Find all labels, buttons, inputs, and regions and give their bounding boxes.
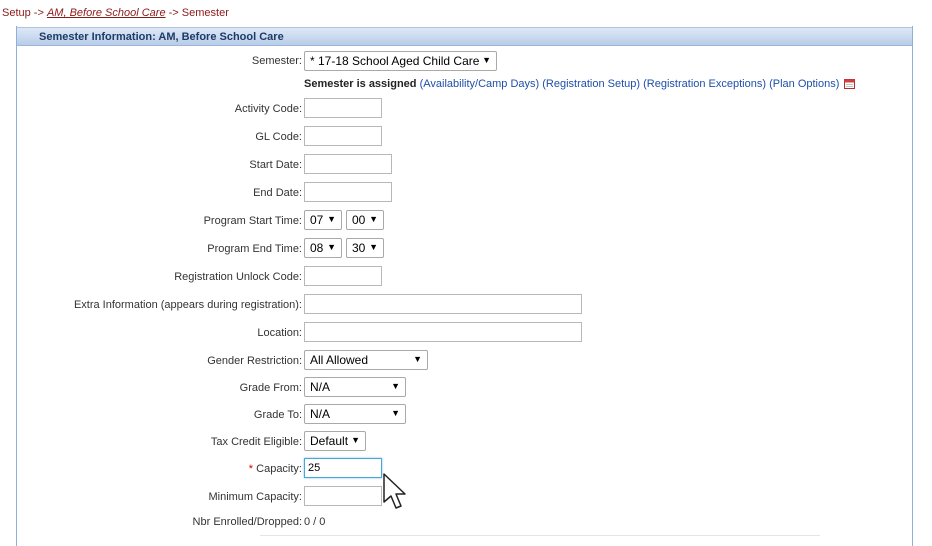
enrolled-label: Nbr Enrolled/Dropped: [192,516,302,528]
bottom-divider [260,535,820,536]
grade-from-value: N/A [310,380,331,394]
end-date-input[interactable] [304,182,392,202]
link-registration-exceptions[interactable]: (Registration Exceptions) [643,78,766,90]
assigned-status: Semester is assigned [304,78,417,90]
unlock-code-input[interactable] [304,266,382,286]
program-end-hour-value: 08 [310,241,324,255]
link-availability[interactable]: (Availability/Camp Days) [420,78,540,90]
chevron-down-icon: ▼ [351,435,360,445]
start-date-label: Start Date: [249,159,302,171]
semester-panel [16,26,913,546]
min-capacity-input[interactable] [304,486,382,506]
breadcrumb-link-program[interactable]: AM, Before School Care [47,7,166,19]
breadcrumb-suffix: -> Semester [168,7,229,19]
program-end-minute-value: 30 [352,241,366,255]
semester-assigned-line: Semester is assigned (Availability/Camp … [304,78,856,90]
program-start-label: Program Start Time: [203,215,302,227]
semester-label: Semester: [251,55,302,67]
extra-info-label: Extra Information (appears during regist… [73,299,302,311]
breadcrumb: Setup -> AM, Before School Care -> Semes… [2,7,229,19]
chevron-down-icon: ▼ [327,214,336,224]
location-input[interactable] [304,322,582,342]
enrolled-value: 0 / 0 [304,516,326,528]
breadcrumb-prefix: Setup -> [2,7,44,19]
chevron-down-icon: ▼ [369,214,378,224]
program-end-minute-select[interactable]: 30 ▼ [346,238,384,258]
link-registration-setup[interactable]: (Registration Setup) [542,78,640,90]
gl-code-input[interactable] [304,126,382,146]
grade-from-label: Grade From: [239,382,302,394]
gender-select[interactable]: All Allowed ▼ [304,350,428,370]
capacity-label-text: Capacity: [253,463,302,475]
capacity-label: * Capacity: [249,463,302,475]
program-start-minute-select[interactable]: 00 ▼ [346,210,384,230]
start-date-input[interactable] [304,154,392,174]
end-date-label: End Date: [253,187,302,199]
program-start-hour-value: 07 [310,213,324,227]
program-start-hour-select[interactable]: 07 ▼ [304,210,342,230]
tax-credit-select[interactable]: Default ▼ [304,431,366,451]
location-label: Location: [257,327,302,339]
gender-label: Gender Restriction: [207,355,302,367]
capacity-input[interactable] [304,458,382,478]
program-start-minute-value: 00 [352,213,366,227]
chevron-down-icon: ▼ [413,354,422,364]
tax-credit-label: Tax Credit Eligible: [210,436,302,448]
grade-to-value: N/A [310,407,331,421]
chevron-down-icon: ▼ [391,381,400,391]
chevron-down-icon: ▼ [327,242,336,252]
program-end-hour-select[interactable]: 08 ▼ [304,238,342,258]
program-end-label: Program End Time: [207,243,302,255]
link-plan-options[interactable]: (Plan Options) [769,78,839,90]
mouse-pointer-icon [383,473,406,509]
panel-header: Semester Information: AM, Before School … [17,27,912,46]
chevron-down-icon: ▼ [482,55,491,65]
unlock-code-label: Registration Unlock Code: [174,271,302,283]
grade-from-select[interactable]: N/A ▼ [304,377,406,397]
panel-title: Semester Information: AM, Before School … [39,31,284,43]
extra-info-input[interactable] [304,294,582,314]
activity-code-label: Activity Code: [234,103,302,115]
tax-credit-value: Default [310,434,349,448]
min-capacity-label: Minimum Capacity: [208,491,302,503]
activity-code-input[interactable] [304,98,382,118]
chevron-down-icon: ▼ [391,408,400,418]
semester-select-value: * 17-18 School Aged Child Care [310,54,480,68]
gender-select-value: All Allowed [310,353,369,367]
grade-to-select[interactable]: N/A ▼ [304,404,406,424]
chevron-down-icon: ▼ [369,242,378,252]
gl-code-label: GL Code: [255,131,302,143]
calendar-icon[interactable] [844,78,856,89]
semester-select[interactable]: * 17-18 School Aged Child Care ▼ [304,51,497,71]
grade-to-label: Grade To: [253,409,302,421]
